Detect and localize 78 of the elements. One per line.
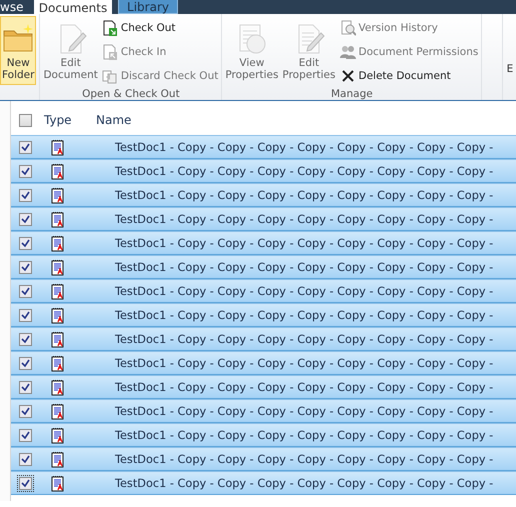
document-icon	[51, 258, 65, 276]
delete-icon	[340, 68, 356, 84]
document-name[interactable]: TestDoc1 - Copy - Copy - Copy - Copy - Copy - Copy - Copy - Copy -	[115, 236, 494, 250]
table-row[interactable]: TestDoc1 - Copy - Copy - Copy - Copy - Copy - Copy - Copy - Copy -	[11, 399, 516, 423]
table-row[interactable]: TestDoc1 - Copy - Copy - Copy - Copy - Copy - Copy - Copy - Copy -	[11, 207, 516, 231]
checkbox[interactable]	[19, 476, 32, 490]
table-row[interactable]: TestDoc1 - Copy - Copy - Copy - Copy - Copy - Copy - Copy - Copy -	[11, 303, 516, 327]
table-row[interactable]: TestDoc1 - Copy - Copy - Copy - Copy - Copy - Copy - Copy - Copy -	[11, 351, 516, 375]
document-icon	[51, 354, 65, 372]
document-icon	[51, 330, 65, 348]
document-icon	[51, 282, 65, 300]
document-icon	[51, 402, 65, 420]
document-name[interactable]: TestDoc1 - Copy - Copy - Copy - Copy - Copy - Copy - Copy - Copy -	[115, 476, 494, 490]
table-row[interactable]: TestDoc1 - Copy - Copy - Copy - Copy - Copy - Copy - Copy - Copy -	[11, 255, 516, 279]
document-icon	[51, 186, 65, 204]
table-row[interactable]: TestDoc1 - Copy - Copy - Copy - Copy - Copy - Copy - Copy - Copy -	[11, 327, 516, 351]
document-arrow-icon	[102, 20, 118, 36]
table-row[interactable]: TestDoc1 - Copy - Copy - Copy - Copy - Copy - Copy - Copy - Copy -	[11, 159, 516, 183]
checkbox[interactable]	[19, 140, 32, 154]
document-name[interactable]: TestDoc1 - Copy - Copy - Copy - Copy - Copy - Copy - Copy - Copy -	[115, 380, 494, 394]
checkbox[interactable]	[19, 114, 32, 126]
document-icon	[51, 210, 65, 228]
checkbox[interactable]	[19, 380, 32, 394]
ribbon-tab[interactable]: wse	[0, 0, 26, 14]
ribbon-tab[interactable]: Library	[118, 0, 178, 14]
document-name[interactable]: TestDoc1 - Copy - Copy - Copy - Copy - Copy - Copy - Copy - Copy -	[115, 212, 494, 226]
checkbox[interactable]	[19, 284, 32, 298]
document-name[interactable]: TestDoc1 - Copy - Copy - Copy - Copy - Copy - Copy - Copy - Copy -	[115, 404, 494, 418]
table-row[interactable]: TestDoc1 - Copy - Copy - Copy - Copy - Copy - Copy - Copy - Copy -	[11, 423, 516, 447]
document-name[interactable]: TestDoc1 - Copy - Copy - Copy - Copy - Copy - Copy - Copy - Copy -	[115, 428, 494, 442]
document-name[interactable]: TestDoc1 - Copy - Copy - Copy - Copy - Copy - Copy - Copy - Copy -	[115, 140, 494, 154]
table-row[interactable]: TestDoc1 - Copy - Copy - Copy - Copy - Copy - Copy - Copy - Copy -	[11, 471, 516, 495]
document-name[interactable]: TestDoc1 - Copy - Copy - Copy - Copy - Copy - Copy - Copy - Copy -	[115, 260, 494, 274]
ribbon-button[interactable]: New Folder	[0, 16, 36, 85]
checkbox[interactable]	[19, 188, 32, 202]
document-name[interactable]: TestDoc1 - Copy - Copy - Copy - Copy - Copy - Copy - Copy - Copy -	[115, 332, 494, 346]
table-row[interactable]: TestDoc1 - Copy - Copy - Copy - Copy - Copy - Copy - Copy - Copy -	[11, 447, 516, 471]
checkbox[interactable]	[19, 428, 32, 442]
document-icon	[51, 378, 65, 396]
ribbon-tab[interactable]: Documents	[34, 0, 112, 14]
document-name[interactable]: TestDoc1 - Copy - Copy - Copy - Copy - Copy - Copy - Copy - Copy -	[115, 188, 494, 202]
checkbox[interactable]	[19, 236, 32, 250]
checkbox[interactable]	[19, 308, 32, 322]
document-arrow-icon	[102, 44, 118, 60]
checkbox[interactable]	[19, 332, 32, 346]
document-name[interactable]: TestDoc1 - Copy - Copy - Copy - Copy - Copy - Copy - Copy - Copy -	[115, 308, 494, 322]
ribbon-button[interactable]: Delete Document	[338, 65, 480, 87]
documents-icon	[102, 68, 118, 84]
document-icon	[51, 234, 65, 252]
checkbox[interactable]	[19, 212, 32, 226]
checkbox[interactable]	[19, 404, 32, 418]
group-label: Manage	[330, 87, 374, 102]
document-icon	[51, 138, 65, 156]
people-icon	[340, 44, 356, 60]
table-row[interactable]: TestDoc1 - Copy - Copy - Copy - Copy - Copy - Copy - Copy - Copy -	[11, 375, 516, 399]
document-icon	[51, 306, 65, 324]
table-row[interactable]: TestDoc1 - Copy - Copy - Copy - Copy - Copy - Copy - Copy - Copy -	[11, 135, 516, 159]
checkbox[interactable]	[19, 356, 32, 370]
document-magnifier-icon	[340, 20, 356, 36]
table-row[interactable]: TestDoc1 - Copy - Copy - Copy - Copy - Copy - Copy - Copy - Copy -	[11, 279, 516, 303]
checkbox[interactable]	[19, 164, 32, 178]
document-name[interactable]: TestDoc1 - Copy - Copy - Copy - Copy - Copy - Copy - Copy - Copy -	[115, 356, 494, 370]
column-header[interactable]: Type	[44, 113, 96, 127]
document-name[interactable]: TestDoc1 - Copy - Copy - Copy - Copy - Copy - Copy - Copy - Copy -	[115, 284, 494, 298]
document-icon	[51, 474, 65, 492]
table-row[interactable]: TestDoc1 - Copy - Copy - Copy - Copy - Copy - Copy - Copy - Copy -	[11, 231, 516, 255]
document-name[interactable]: TestDoc1 - Copy - Copy - Copy - Copy - Copy - Copy - Copy - Copy -	[115, 452, 494, 466]
ribbon-button[interactable]: E	[504, 16, 516, 100]
document-icon	[51, 162, 65, 180]
table-row[interactable]: TestDoc1 - Copy - Copy - Copy - Copy - Copy - Copy - Copy - Copy -	[11, 183, 516, 207]
document-name[interactable]: TestDoc1 - Copy - Copy - Copy - Copy - Copy - Copy - Copy - Copy -	[115, 164, 494, 178]
checkbox[interactable]	[19, 452, 32, 466]
group-label: Open & Check Out	[81, 87, 181, 102]
ribbon-button[interactable]: Check Out	[100, 17, 220, 39]
checkbox[interactable]	[19, 260, 32, 274]
document-icon	[51, 450, 65, 468]
column-header[interactable]: Name	[96, 113, 132, 127]
document-icon	[51, 426, 65, 444]
